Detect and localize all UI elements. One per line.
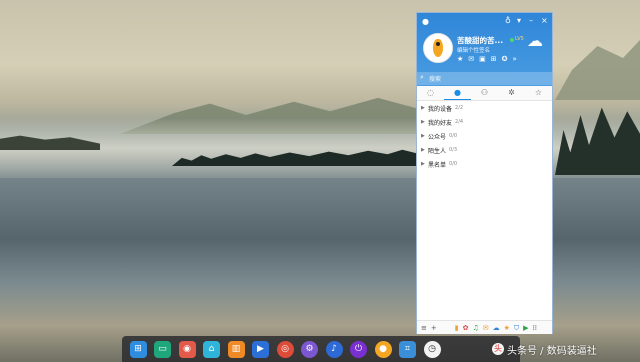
mail-icon[interactable]: ✉ — [483, 324, 489, 332]
tab-messages[interactable]: ◌ — [417, 86, 444, 100]
group-name: 我的好友 — [428, 119, 453, 127]
weiyun-icon[interactable]: ☁ — [493, 324, 500, 332]
tab-groups[interactable]: ⚇ — [471, 86, 498, 100]
tab-contacts[interactable]: ● — [444, 86, 471, 100]
contacts-icon: ● — [454, 88, 461, 97]
favorite-icon[interactable]: ★ — [457, 55, 463, 63]
group-count: 0/0 — [449, 133, 458, 139]
add-icon[interactable]: + — [431, 324, 437, 332]
camera-icon[interactable]: ◉ — [178, 340, 196, 358]
music-icon[interactable]: ♪ — [325, 340, 343, 358]
chevron-right-icon: ▶ — [421, 161, 425, 167]
group-name: 黑名单 — [428, 161, 447, 169]
video-player-icon[interactable]: ▶ — [252, 340, 269, 358]
list-item[interactable]: ▶ 公众号 0/0 — [417, 129, 552, 143]
toutiao-logo-icon: 头 — [492, 343, 504, 355]
list-item[interactable]: ▶ 我的好友 2/4 — [417, 115, 552, 129]
close-icon[interactable]: × — [541, 16, 548, 25]
chrome-icon[interactable]: ◎ — [276, 340, 294, 358]
avatar[interactable] — [423, 33, 453, 63]
list-item[interactable]: ▶ 陌生人 0/3 — [417, 143, 552, 157]
search-placeholder: 搜索 — [429, 76, 442, 83]
watermark-text: 头条号 / 数码装逼社 — [507, 345, 597, 357]
qq-penguin-icon: ● — [422, 17, 429, 26]
group-count: 2/4 — [455, 119, 464, 125]
qq-main-panel: ● ♁ ▾ – × 苦酸甜的苦... LV5 编辑个性签名 ☁ ★ ✉ ▣ ⊞ … — [416, 12, 553, 334]
mountain-right — [555, 40, 640, 100]
chevron-right-icon: ▶ — [421, 119, 425, 125]
group-count: 2/2 — [455, 105, 464, 111]
search-input[interactable]: ⌕ 搜索 — [417, 72, 552, 85]
chevron-right-icon: ▶ — [421, 105, 425, 111]
tab-apps[interactable]: ✲ — [498, 86, 525, 100]
terminal-icon[interactable]: ▭ — [154, 340, 171, 358]
chevron-right-icon: ▶ — [421, 133, 425, 139]
app-icon: ✲ — [508, 88, 515, 97]
avatar-eye — [436, 42, 440, 46]
contact-tabs: ◌ ● ⚇ ✲ ☆ — [417, 86, 552, 101]
qzone-icon[interactable]: ★ — [504, 324, 510, 332]
nickname[interactable]: 苦酸甜的苦... — [457, 35, 503, 46]
level-badge: LV5 — [515, 36, 524, 42]
contact-group-list: ▶ 我的设备 2/2 ▶ 我的好友 2/4 ▶ 公众号 0/0 ▶ 陌生人 0/… — [417, 101, 552, 171]
power-icon[interactable]: ⏻ — [350, 340, 367, 358]
store-icon[interactable]: ⌂ — [203, 340, 220, 358]
star-icon[interactable]: ✪ — [502, 55, 508, 63]
weather-cloudy-icon[interactable]: ☁ — [527, 33, 543, 49]
files-icon[interactable]: ▥ — [227, 340, 245, 358]
qq-footer-toolbar: ≡ + ▮ ✿ ♫ ✉ ☁ ★ ⛉ ▶ ⁞⁞ — [417, 320, 552, 334]
shield-icon[interactable]: ⛉ — [514, 324, 519, 332]
online-status-icon[interactable] — [510, 38, 514, 42]
list-item[interactable]: ▶ 我的设备 2/2 — [417, 101, 552, 115]
group-count: 0/0 — [449, 161, 458, 167]
music-icon[interactable]: ♫ — [472, 324, 478, 332]
launcher-icon[interactable]: ⊞ — [129, 340, 147, 358]
message-icon: ◌ — [427, 88, 434, 97]
signature-field[interactable]: 编辑个性签名 — [457, 46, 490, 54]
qq-icon[interactable]: ● — [374, 340, 392, 358]
chevron-right-icon: ▶ — [421, 147, 425, 153]
file-icon[interactable]: ▮ — [455, 324, 459, 332]
more-icon[interactable]: » — [513, 55, 517, 63]
bag-icon[interactable]: ⊞ — [491, 55, 497, 63]
dropdown-icon[interactable]: ▾ — [517, 16, 521, 25]
favorites-icon: ☆ — [534, 88, 543, 97]
group-name: 我的设备 — [428, 105, 453, 113]
screenshot-icon[interactable]: ⌗ — [399, 340, 416, 358]
video-icon[interactable]: ▶ — [523, 324, 528, 332]
watermark: 头 头条号 / 数码装逼社 — [492, 341, 597, 357]
minimize-icon[interactable]: – — [529, 16, 533, 25]
clock-icon[interactable]: ◷ — [423, 340, 441, 358]
qq-header: ● ♁ ▾ – × 苦酸甜的苦... LV5 编辑个性签名 ☁ ★ ✉ ▣ ⊞ … — [417, 13, 552, 86]
search-icon: ⌕ — [420, 73, 424, 81]
header-icon-bar: ★ ✉ ▣ ⊞ ✪ » — [457, 55, 517, 63]
settings-icon[interactable]: ⚙ — [301, 340, 318, 358]
tab-favorites[interactable]: ☆ — [525, 86, 552, 100]
wallet-icon[interactable]: ▣ — [479, 55, 486, 63]
skin-icon[interactable]: ♁ — [505, 16, 511, 25]
menu-icon[interactable]: ≡ — [421, 324, 427, 332]
group-icon: ⚇ — [480, 88, 489, 97]
grid-icon[interactable]: ⁞⁞ — [533, 324, 537, 332]
list-item[interactable]: ▶ 黑名单 0/0 — [417, 157, 552, 171]
group-name: 陌生人 — [428, 147, 447, 155]
mail-icon[interactable]: ✉ — [468, 55, 474, 63]
group-name: 公众号 — [428, 133, 447, 141]
dock: ⊞ ▭ ◉ ⌂ ▥ ▶ ◎ ⚙ ♪ ⏻ ● ⌗ ◷ — [122, 336, 520, 362]
group-count: 0/3 — [449, 147, 458, 153]
game-icon[interactable]: ✿ — [463, 324, 469, 332]
